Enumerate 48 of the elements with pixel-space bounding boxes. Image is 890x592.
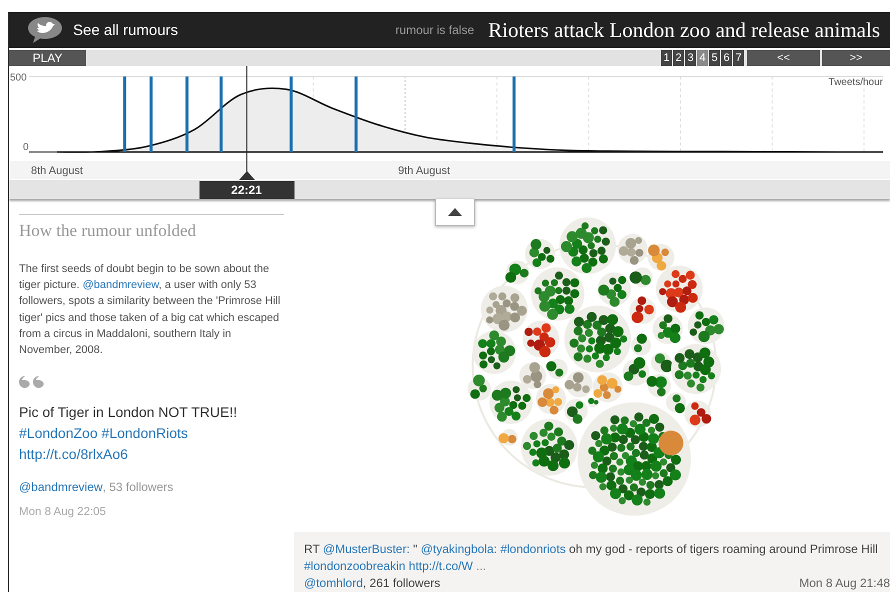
page-button[interactable]: 5 bbox=[709, 50, 720, 66]
page-button[interactable]: 6 bbox=[721, 50, 732, 66]
event-marker[interactable] bbox=[290, 76, 293, 152]
tweet-link[interactable]: http://t.co/W bbox=[408, 559, 473, 573]
pointer-icon bbox=[238, 171, 254, 180]
page-button[interactable]: 1 bbox=[661, 50, 672, 66]
up-triangle-icon bbox=[448, 208, 462, 216]
tweet-link[interactable]: http://t.co/8rlxAo6 bbox=[19, 446, 128, 462]
tweet-link[interactable]: #londonzoobreakin bbox=[304, 559, 406, 573]
page-button[interactable]: 2 bbox=[673, 50, 684, 66]
bird-icon bbox=[27, 16, 63, 44]
event-marker[interactable] bbox=[186, 76, 188, 152]
event-marker[interactable] bbox=[123, 76, 126, 152]
date-label: 9th August bbox=[398, 165, 450, 177]
tweet-link[interactable]: #LondonZoo bbox=[19, 425, 98, 442]
tweet-link[interactable]: #LondonRiots bbox=[102, 425, 188, 442]
y-tick-label: 0 bbox=[23, 142, 29, 153]
event-marker[interactable] bbox=[220, 76, 223, 152]
quote-time: Mon 8 Aug 22:05 bbox=[19, 506, 107, 518]
tweet-link[interactable]: @bandmreview bbox=[82, 279, 159, 292]
tweet-link[interactable]: @MusterBuster: bbox=[322, 542, 410, 556]
story-paragraph: The first seeds of doubt begin to be sown about the tiger picture. @bandmreview, a user with only 53 followers, spots a similarity between the 'Primrose Hill tiger' pics and those taken of a big cat which escaped from a circus in Maddaloni, southern Italy in November, 2008. bbox=[19, 262, 282, 358]
author-link[interactable]: @tomhlord bbox=[304, 575, 363, 592]
page-button[interactable]: 7 bbox=[733, 50, 744, 66]
tweet-time: Mon 8 Aug 21:48 bbox=[799, 575, 890, 592]
date-label: 8th August bbox=[31, 165, 83, 177]
next-button[interactable]: >> bbox=[822, 50, 890, 66]
event-marker[interactable] bbox=[354, 76, 358, 152]
event-marker[interactable] bbox=[150, 76, 153, 152]
y-tick-label: 500 bbox=[10, 72, 27, 84]
tweet-link[interactable]: #londonriots bbox=[500, 542, 566, 556]
see-all-link[interactable]: See all rumours bbox=[73, 22, 178, 38]
rumour-title: Rioters attack London zoo and release animals bbox=[488, 18, 880, 42]
page-button[interactable]: 3 bbox=[685, 50, 696, 66]
author-link[interactable]: @bandmreview bbox=[19, 480, 103, 494]
play-button[interactable]: PLAY bbox=[9, 50, 86, 66]
previous-button[interactable]: << bbox=[747, 50, 820, 66]
verdict-label: rumour is false bbox=[395, 23, 474, 37]
tweet-text: RT @MusterBuster: " @tyakingbola: #londonriots oh my god - reports of tigers roaming around Primrose Hill #londonzoobreakin http://t.co/W ... bbox=[304, 541, 879, 575]
follower-count: , 261 followers bbox=[362, 575, 440, 592]
tweet-link[interactable]: @tyakingbola: bbox=[420, 542, 497, 556]
event-marker[interactable] bbox=[512, 76, 516, 152]
ellipsis: ... bbox=[476, 559, 486, 573]
story-heading: How the rumour unfolded bbox=[19, 221, 198, 241]
collapse-button[interactable] bbox=[435, 199, 475, 226]
quote-text: Pic of Tiger in London NOT TRUE!! #LondonZoo #LondonRiots http://t.co/8rlxAo6 bbox=[19, 403, 238, 464]
follower-count: , 53 followers bbox=[102, 480, 174, 494]
y-axis-label: Tweets/hour bbox=[828, 77, 883, 88]
